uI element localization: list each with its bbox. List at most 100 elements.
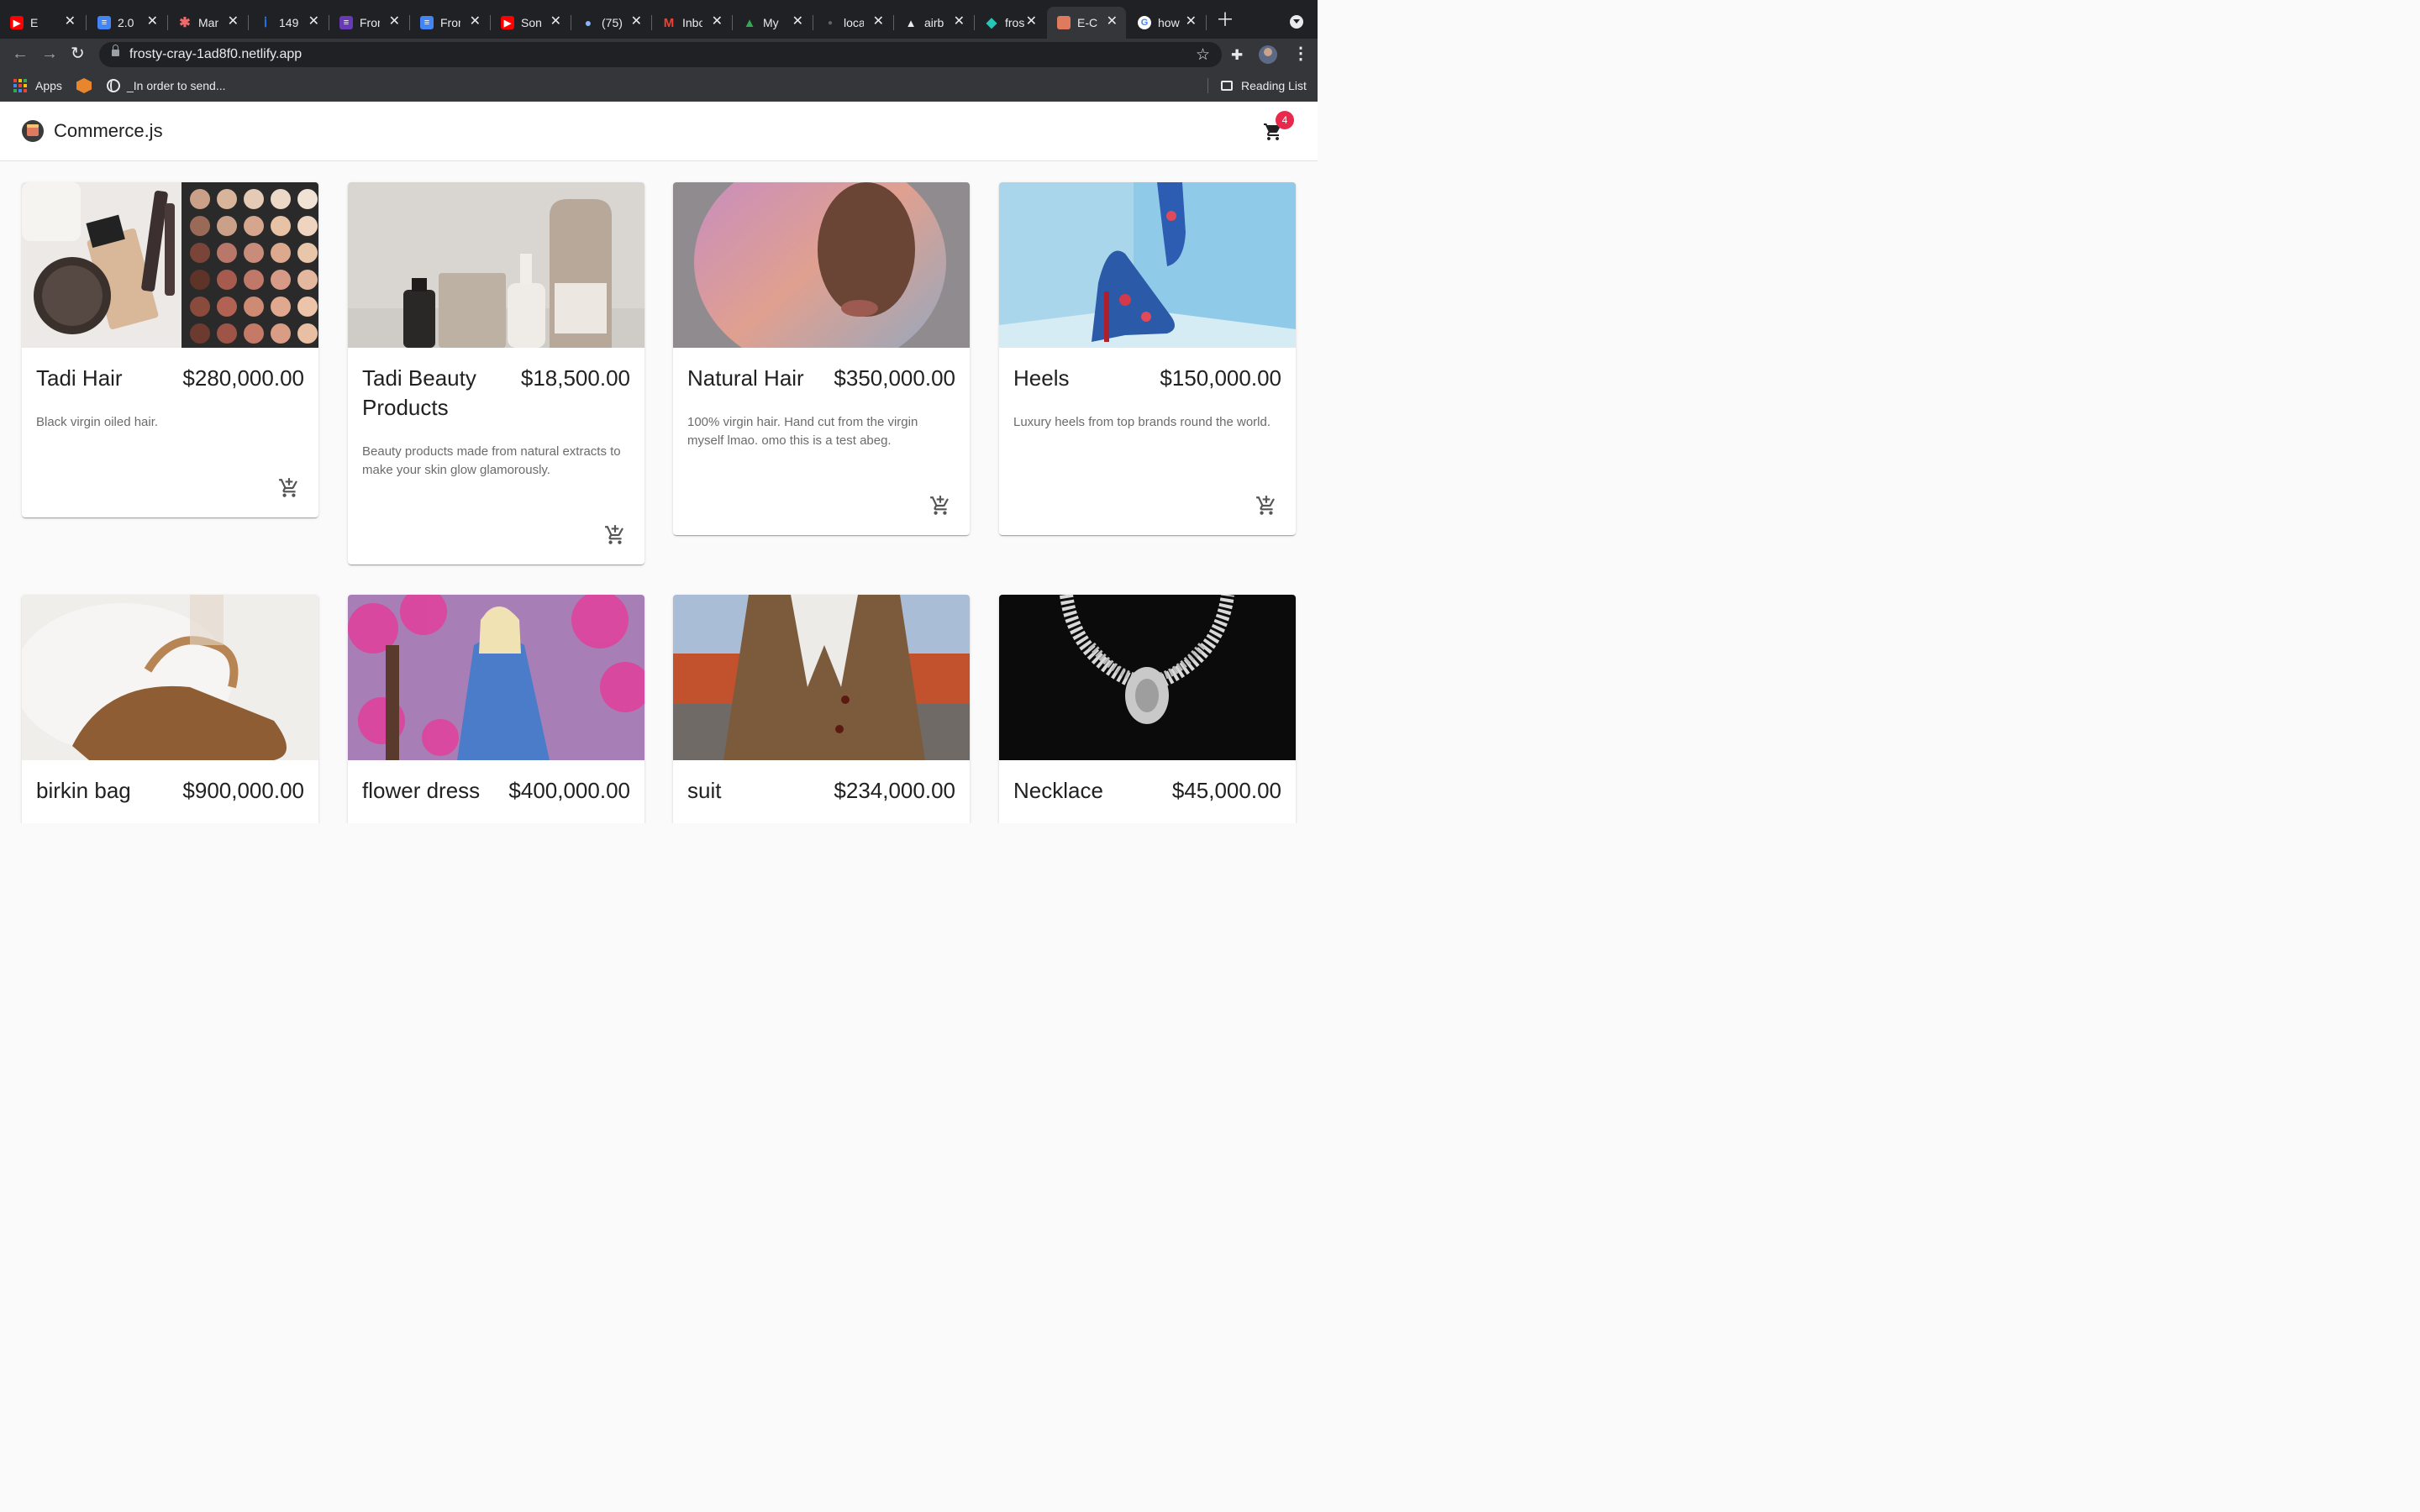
gmail-icon: M bbox=[663, 15, 675, 30]
store-logo-icon bbox=[22, 120, 44, 142]
product-card: Tadi Hair $280,000.00 Black virgin oiled… bbox=[22, 182, 318, 517]
browser-menu-icon[interactable]: ⋮ bbox=[1292, 45, 1309, 62]
extensions-icon[interactable]: ✚ bbox=[1231, 47, 1243, 64]
drive-icon: ▲ bbox=[743, 15, 756, 30]
tab-strip: ▶ E ✕ ≡ 2.0 ✕ ✱ Man ✕ ⅰ 149 ✕ ≡ Fron ✕ ≡… bbox=[0, 0, 1318, 39]
add-to-cart-button[interactable] bbox=[1255, 495, 1277, 517]
forward-button[interactable]: → bbox=[41, 45, 58, 62]
product-name: Heels bbox=[1013, 365, 1070, 391]
close-icon[interactable]: ✕ bbox=[308, 15, 319, 29]
product-card: Heels $150,000.00 Luxury heels from top … bbox=[999, 182, 1296, 535]
close-icon[interactable]: ✕ bbox=[631, 15, 642, 29]
bookmark-label: Apps bbox=[35, 79, 62, 92]
product-card: Natural Hair $350,000.00 100% virgin hai… bbox=[673, 182, 970, 535]
tab-9[interactable]: ▲ My ✕ bbox=[733, 7, 812, 39]
close-icon[interactable]: ✕ bbox=[954, 15, 965, 29]
close-icon[interactable]: ✕ bbox=[389, 15, 400, 29]
apps-grid-icon bbox=[13, 79, 27, 92]
tab-5[interactable]: ≡ Fron ✕ bbox=[410, 7, 489, 39]
bookmark-apps[interactable]: Apps bbox=[13, 79, 62, 92]
bookmark-box[interactable] bbox=[76, 78, 92, 93]
tab-title: My bbox=[763, 16, 779, 29]
product-image-bag bbox=[22, 595, 318, 760]
bookmarks-divider bbox=[1207, 78, 1208, 93]
tab-title: Fron bbox=[360, 16, 380, 29]
close-icon[interactable]: ✕ bbox=[147, 15, 158, 29]
add-to-cart-button[interactable] bbox=[929, 495, 951, 517]
product-image-suit bbox=[673, 595, 970, 760]
close-icon[interactable]: ✕ bbox=[1107, 15, 1118, 29]
triangle-icon: ▲ bbox=[905, 16, 917, 29]
tab-title: E bbox=[30, 16, 39, 29]
close-icon[interactable]: ✕ bbox=[712, 15, 723, 29]
tab-12[interactable]: ◆ fros ✕ bbox=[975, 7, 1045, 39]
close-icon[interactable]: ✕ bbox=[1186, 15, 1197, 29]
product-price: $280,000.00 bbox=[182, 365, 304, 391]
cart-count-badge: 4 bbox=[1276, 111, 1294, 129]
add-to-cart-button[interactable] bbox=[604, 524, 626, 546]
reload-button[interactable]: ↻ bbox=[71, 45, 85, 62]
close-icon[interactable]: ✕ bbox=[65, 15, 76, 29]
docs-icon: ≡ bbox=[420, 16, 434, 29]
close-icon[interactable]: ✕ bbox=[228, 15, 239, 29]
close-icon[interactable]: ✕ bbox=[1026, 15, 1037, 29]
tab-11[interactable]: ▲ airb ✕ bbox=[894, 7, 973, 39]
tab-1[interactable]: ≡ 2.0 ✕ bbox=[87, 7, 166, 39]
tab-10[interactable]: ● loca ✕ bbox=[813, 7, 892, 39]
tab-13-active[interactable]: E-C ✕ bbox=[1047, 7, 1126, 39]
tab-title: Man bbox=[198, 16, 218, 29]
tab-title: loca bbox=[844, 16, 864, 29]
close-icon[interactable]: ✕ bbox=[792, 15, 803, 29]
product-image-skincare bbox=[348, 182, 644, 348]
youtube-icon: ▶ bbox=[501, 16, 514, 29]
product-image-necklace bbox=[999, 595, 1296, 760]
profile-avatar[interactable] bbox=[1259, 45, 1277, 64]
close-icon[interactable]: ✕ bbox=[873, 15, 884, 29]
back-button[interactable]: ← bbox=[12, 45, 29, 62]
tab-title: how bbox=[1158, 16, 1180, 29]
url-text: frosty-cray-1ad8f0.netlify.app bbox=[129, 47, 302, 61]
close-icon[interactable]: ✕ bbox=[470, 15, 481, 29]
reading-list-button[interactable]: Reading List bbox=[1221, 79, 1307, 92]
product-price: $45,000.00 bbox=[1171, 778, 1281, 803]
brand-title: Commerce.js bbox=[54, 120, 163, 141]
tab-8[interactable]: M Inbo ✕ bbox=[652, 7, 731, 39]
new-tab-button[interactable]: ＋ bbox=[1216, 11, 1234, 29]
bookmark-star-icon[interactable]: ☆ bbox=[1196, 45, 1210, 65]
tab-divider bbox=[1206, 15, 1207, 30]
reading-list-label: Reading List bbox=[1241, 79, 1307, 92]
docs-icon: ≡ bbox=[97, 16, 111, 29]
tab-6[interactable]: ▶ Son ✕ bbox=[491, 7, 570, 39]
tab-search-button[interactable] bbox=[1290, 15, 1303, 29]
tab-title: E-C bbox=[1077, 16, 1097, 29]
add-to-cart-button[interactable] bbox=[278, 477, 300, 499]
tab-divider bbox=[86, 15, 87, 30]
lock-icon bbox=[112, 45, 119, 56]
product-image-flower-dress bbox=[348, 595, 644, 760]
bookmarks-bar: Apps _In order to send... Reading List bbox=[0, 71, 1318, 102]
product-name: Tadi Beauty Products bbox=[362, 365, 476, 420]
product-card: birkin bag $900,000.00 bbox=[22, 595, 318, 823]
asana-icon: ✱ bbox=[179, 16, 191, 30]
tab-7[interactable]: ● (75) ✕ bbox=[571, 7, 650, 39]
tab-4[interactable]: ≡ Fron ✕ bbox=[329, 7, 408, 39]
product-card: Necklace $45,000.00 bbox=[999, 595, 1296, 823]
tab-3[interactable]: ⅰ 149 ✕ bbox=[249, 7, 328, 39]
netlify-icon: ◆ bbox=[986, 16, 997, 30]
close-icon[interactable]: ✕ bbox=[550, 15, 561, 29]
store-icon bbox=[1057, 16, 1071, 29]
tab-0[interactable]: ▶ E ✕ bbox=[0, 7, 84, 39]
tab-title: Fron bbox=[440, 16, 460, 29]
product-card: Tadi Beauty Products $18,500.00 Beauty p… bbox=[348, 182, 644, 564]
bookmark-in-order-to-send[interactable]: _In order to send... bbox=[107, 79, 226, 92]
tab-title: 149 bbox=[279, 16, 299, 29]
info-icon: ⅰ bbox=[263, 16, 268, 30]
tab-title: fros bbox=[1005, 16, 1025, 29]
product-description: Beauty products made from natural extrac… bbox=[362, 444, 621, 477]
product-description: Luxury heels from top brands round the w… bbox=[1013, 415, 1270, 429]
tab-14[interactable]: G how ✕ bbox=[1128, 7, 1205, 39]
app-header: Commerce.js bbox=[0, 102, 1318, 161]
tab-2[interactable]: ✱ Man ✕ bbox=[168, 7, 247, 39]
product-name: Natural Hair bbox=[687, 365, 804, 391]
address-bar[interactable]: frosty-cray-1ad8f0.netlify.app ☆ bbox=[99, 42, 1222, 67]
